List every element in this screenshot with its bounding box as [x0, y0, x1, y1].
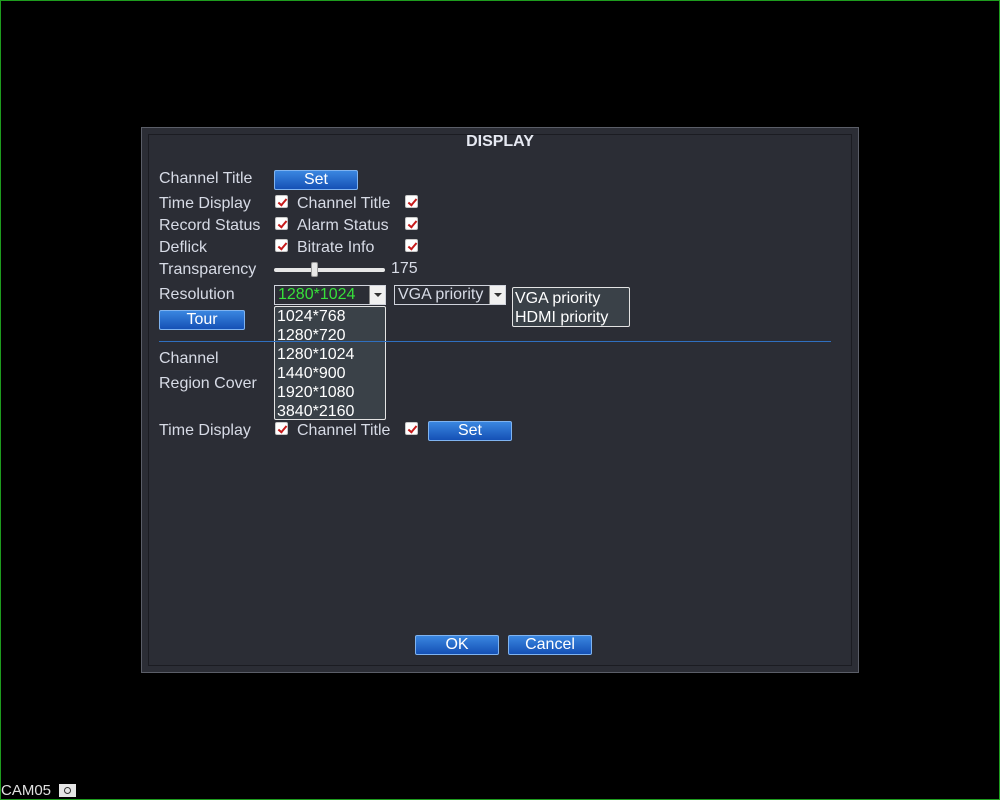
- resolution-selected-value: 1280*1024: [278, 286, 356, 303]
- dialog-title: DISPLAY: [466, 133, 534, 150]
- output-priority-option[interactable]: HDMI priority: [513, 308, 629, 327]
- resolution-option[interactable]: 1440*900: [275, 364, 385, 383]
- channel-title-set-button[interactable]: Set: [274, 170, 358, 190]
- dialog-frame: [148, 134, 852, 666]
- output-priority-select[interactable]: VGA priority: [394, 285, 506, 305]
- resolution-option[interactable]: 1024*768: [275, 307, 385, 326]
- resolution-option[interactable]: 1280*720: [275, 326, 385, 345]
- resolution-select[interactable]: 1280*1024: [274, 285, 386, 305]
- record-status-label: Record Status: [159, 217, 261, 234]
- output-priority-selected-value: VGA priority: [398, 286, 484, 303]
- time-display-checkbox[interactable]: [275, 195, 288, 208]
- deflick-label: Deflick: [159, 239, 208, 256]
- alarm-status-checkbox[interactable]: [405, 217, 418, 230]
- camera-icon: [59, 784, 76, 797]
- bitrate-info-label: Bitrate Info: [297, 239, 375, 256]
- alarm-status-label: Alarm Status: [297, 217, 389, 234]
- resolution-label: Resolution: [159, 286, 235, 303]
- deflick-checkbox[interactable]: [275, 239, 288, 252]
- output-priority-dropdown: VGA priority HDMI priority: [512, 287, 630, 327]
- region-cover-label: Region Cover: [159, 375, 257, 392]
- time-display-2-label: Time Display: [159, 422, 251, 439]
- transparency-value: 175: [391, 260, 418, 277]
- channel-title-checkbox[interactable]: [405, 195, 418, 208]
- channel-title-2-label: Channel Title: [297, 422, 391, 439]
- resolution-option[interactable]: 1280*1024: [275, 345, 385, 364]
- channel-title-2-set-button[interactable]: Set: [428, 421, 512, 441]
- time-display-label: Time Display: [159, 195, 251, 212]
- channel-label: Channel: [159, 350, 219, 367]
- cancel-button[interactable]: Cancel: [508, 635, 592, 655]
- time-display-2-checkbox[interactable]: [275, 422, 288, 435]
- tour-button[interactable]: Tour: [159, 310, 245, 330]
- transparency-label: Transparency: [159, 261, 257, 278]
- channel-title-checkbox-label: Channel Title: [297, 195, 391, 212]
- section-divider: [159, 341, 831, 342]
- transparency-slider-track[interactable]: [274, 268, 385, 272]
- record-status-checkbox[interactable]: [275, 217, 288, 230]
- bitrate-info-checkbox[interactable]: [405, 239, 418, 252]
- chevron-down-icon[interactable]: [369, 286, 385, 304]
- transparency-slider-handle[interactable]: [311, 262, 318, 277]
- camera-label: CAM05: [1, 782, 52, 799]
- channel-title-2-checkbox[interactable]: [405, 422, 418, 435]
- channel-title-label: Channel Title: [159, 170, 253, 187]
- chevron-down-icon[interactable]: [489, 286, 505, 304]
- output-priority-option[interactable]: VGA priority: [513, 289, 629, 308]
- ok-button[interactable]: OK: [415, 635, 499, 655]
- resolution-option[interactable]: 1920*1080: [275, 383, 385, 402]
- resolution-option[interactable]: 3840*2160: [275, 402, 385, 421]
- resolution-dropdown: 1024*768 1280*720 1280*1024 1440*900 192…: [274, 306, 386, 420]
